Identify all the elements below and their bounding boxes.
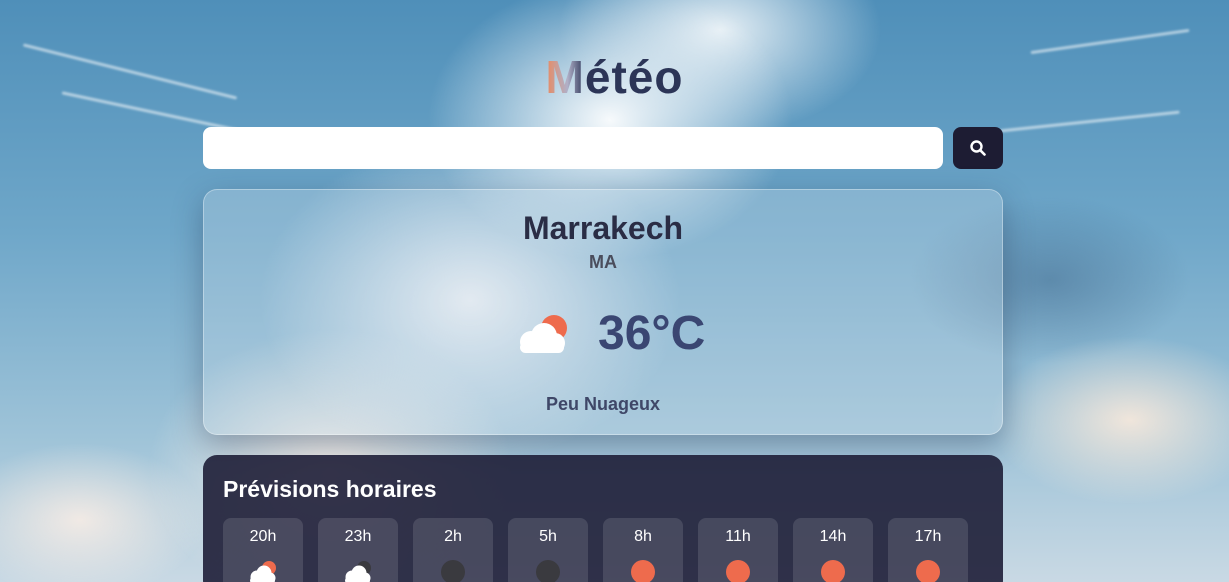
search-button[interactable] — [953, 127, 1003, 169]
hour-time: 23h — [344, 528, 372, 545]
page-title-first-letter: M — [545, 51, 585, 103]
cloud-sun-icon — [520, 315, 567, 353]
hour-time: 5h — [539, 528, 557, 545]
hour-time: 14h — [819, 528, 847, 545]
page-title-rest: étéo — [584, 51, 684, 103]
moon-icon — [441, 560, 465, 582]
hourly-forecast-item: 17h — [888, 518, 968, 582]
sun-icon — [631, 560, 655, 582]
current-weather-card: Marrakech MA 36°C Peu Nuageux — [203, 189, 1003, 435]
hour-time: 11h — [725, 528, 751, 545]
cloud-sun-icon — [250, 561, 276, 582]
hourly-forecast-item: 20h — [223, 518, 303, 582]
hour-time: 20h — [249, 528, 277, 545]
hourly-forecast-item: 11h — [698, 518, 778, 582]
hourly-forecast-list: 20h 23h 2h 5h 8h 11h 14h 17h — [223, 518, 968, 582]
sun-icon — [916, 560, 940, 582]
weather-description: Peu Nuageux — [545, 394, 661, 414]
sun-icon — [726, 560, 750, 582]
search-icon — [970, 140, 986, 156]
hour-time: 17h — [914, 528, 942, 545]
hour-time: 8h — [634, 528, 652, 545]
country-code: MA — [589, 252, 617, 272]
cloud-moon-icon — [345, 561, 371, 582]
hour-time: 2h — [444, 528, 462, 545]
hourly-forecast-item: 5h — [508, 518, 588, 582]
hourly-forecast-title: Prévisions horaires — [223, 476, 437, 502]
hourly-forecast-item: 8h — [603, 518, 683, 582]
hourly-forecast-item: 23h — [318, 518, 398, 582]
background-cloud-streak — [1000, 110, 1180, 133]
page-title: Météo — [0, 50, 1229, 104]
sun-icon — [821, 560, 845, 582]
hourly-forecast-panel: Prévisions horaires 20h 23h 2h 5h 8h 11h 14h 17… — [203, 455, 1003, 582]
city-name: Marrakech — [522, 210, 684, 246]
moon-icon — [536, 560, 560, 582]
search-input[interactable] — [203, 127, 943, 169]
current-temperature: 36°C — [598, 307, 706, 360]
hourly-forecast-item: 2h — [413, 518, 493, 582]
hourly-forecast-item: 14h — [793, 518, 873, 582]
